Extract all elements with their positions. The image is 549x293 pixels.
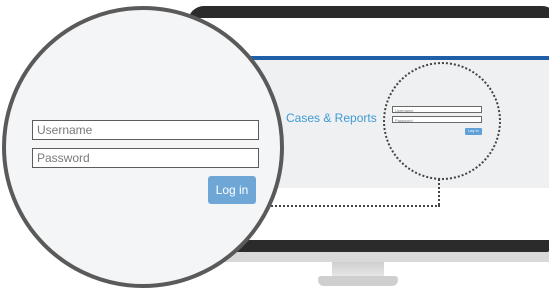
password-field[interactable]: Password bbox=[32, 148, 259, 168]
cases-reports-heading: Cases & Reports bbox=[286, 111, 377, 125]
monitor-chin bbox=[188, 252, 549, 262]
magnifier-circle: Username Password Log in bbox=[2, 6, 284, 288]
username-field[interactable]: Username bbox=[32, 120, 259, 140]
connector-line-horizontal bbox=[268, 205, 440, 207]
login-button[interactable]: Log in bbox=[208, 176, 256, 204]
monitor-neck bbox=[332, 262, 384, 276]
monitor-foot bbox=[318, 276, 398, 286]
connector-line-vertical bbox=[438, 179, 440, 205]
highlight-circle bbox=[383, 62, 501, 180]
illustration-canvas: Cases & Reports Username Password Log in… bbox=[0, 0, 549, 293]
